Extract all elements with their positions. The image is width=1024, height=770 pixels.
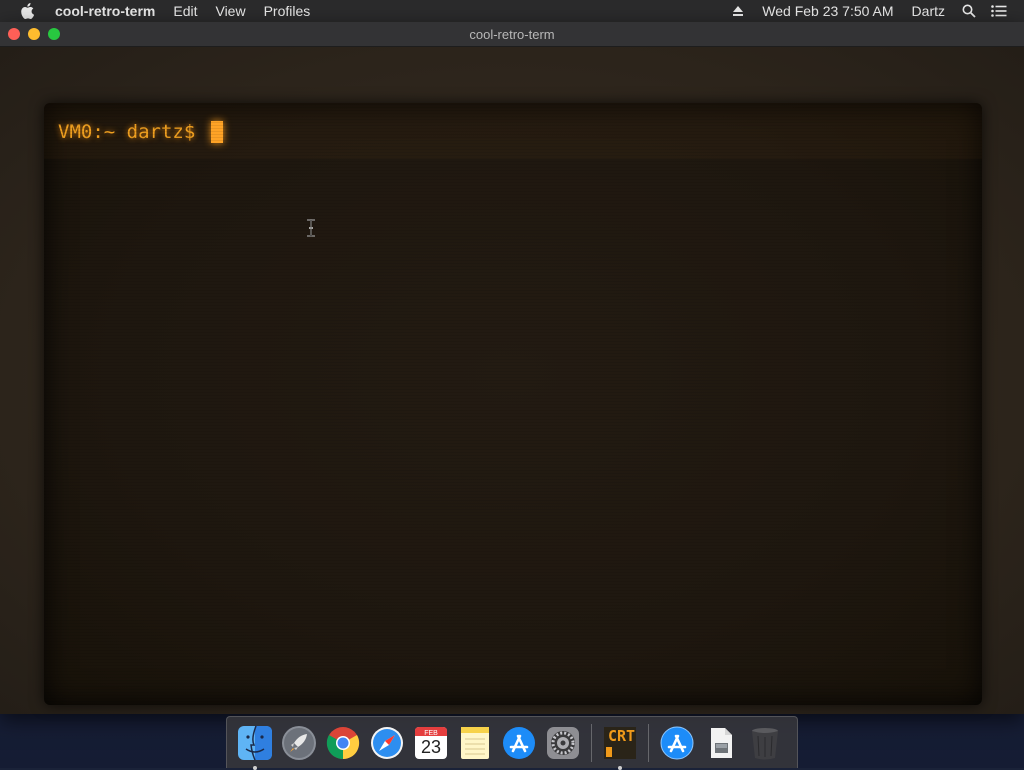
shell-prompt: VM0:~ dartz$ xyxy=(58,121,207,143)
prompt-line: VM0:~ dartz$ xyxy=(58,121,223,143)
dock-cool-retro-term[interactable]: CRT xyxy=(600,723,640,770)
dock-launchpad[interactable] xyxy=(279,723,319,763)
ibeam-cursor-icon xyxy=(305,219,317,237)
menu-clock[interactable]: Wed Feb 23 7:50 AM xyxy=(753,0,902,22)
launchpad-icon xyxy=(282,725,316,760)
terminal-window: cool-retro-term VM0:~ dartz$ xyxy=(0,22,1024,714)
window-title: cool-retro-term xyxy=(469,26,555,42)
menu-profiles[interactable]: Profiles xyxy=(255,0,320,22)
calendar-month: FEB xyxy=(424,729,438,737)
trash-icon xyxy=(752,727,778,759)
menu-bar-left: cool-retro-term Edit View Profiles xyxy=(18,0,319,22)
finder-icon xyxy=(238,725,272,760)
dock-separator xyxy=(591,723,592,762)
menu-bar: cool-retro-term Edit View Profiles Wed F… xyxy=(0,0,1024,22)
app-store-icon xyxy=(503,726,535,759)
dock-trash[interactable] xyxy=(745,723,785,763)
dock-safari[interactable] xyxy=(367,723,407,763)
menu-bar-right: Wed Feb 23 7:50 AM Dartz xyxy=(723,0,1014,22)
dock: FEB 23 CRT xyxy=(226,716,798,770)
close-button[interactable] xyxy=(8,28,20,40)
dock-separator xyxy=(648,723,649,762)
window-controls xyxy=(8,28,60,40)
dock-document[interactable] xyxy=(701,723,741,763)
notification-center-icon[interactable] xyxy=(988,0,1010,22)
dock-app-store[interactable] xyxy=(499,723,539,763)
dock-system-preferences[interactable] xyxy=(543,723,583,763)
crt-bezel: VM0:~ dartz$ xyxy=(0,47,1024,714)
chrome-icon xyxy=(326,726,360,759)
window-titlebar[interactable]: cool-retro-term xyxy=(0,22,1024,47)
eject-icon[interactable] xyxy=(727,0,749,22)
spotlight-search-icon[interactable] xyxy=(958,0,980,22)
menu-view[interactable]: View xyxy=(206,0,254,22)
system-preferences-icon xyxy=(547,726,579,759)
dock-finder[interactable] xyxy=(235,723,275,770)
dock-chrome[interactable] xyxy=(323,723,363,763)
minimize-button[interactable] xyxy=(28,28,40,40)
menu-edit[interactable]: Edit xyxy=(164,0,206,22)
terminal-screen[interactable]: VM0:~ dartz$ xyxy=(44,103,982,705)
apple-icon[interactable] xyxy=(18,0,36,22)
crt-icon-label: CRT xyxy=(608,726,636,745)
notes-icon xyxy=(461,726,489,759)
zoom-button[interactable] xyxy=(48,28,60,40)
dock-notes[interactable] xyxy=(455,723,495,763)
calendar-day: 23 xyxy=(420,736,442,757)
dock-applications-folder[interactable] xyxy=(657,723,697,763)
menu-app-name[interactable]: cool-retro-term xyxy=(46,0,164,22)
safari-icon xyxy=(371,726,403,759)
dock-calendar[interactable]: FEB 23 xyxy=(411,723,451,763)
document-icon xyxy=(711,727,732,758)
applications-folder-icon xyxy=(660,726,694,759)
text-cursor xyxy=(210,121,223,143)
menu-user[interactable]: Dartz xyxy=(903,0,954,22)
